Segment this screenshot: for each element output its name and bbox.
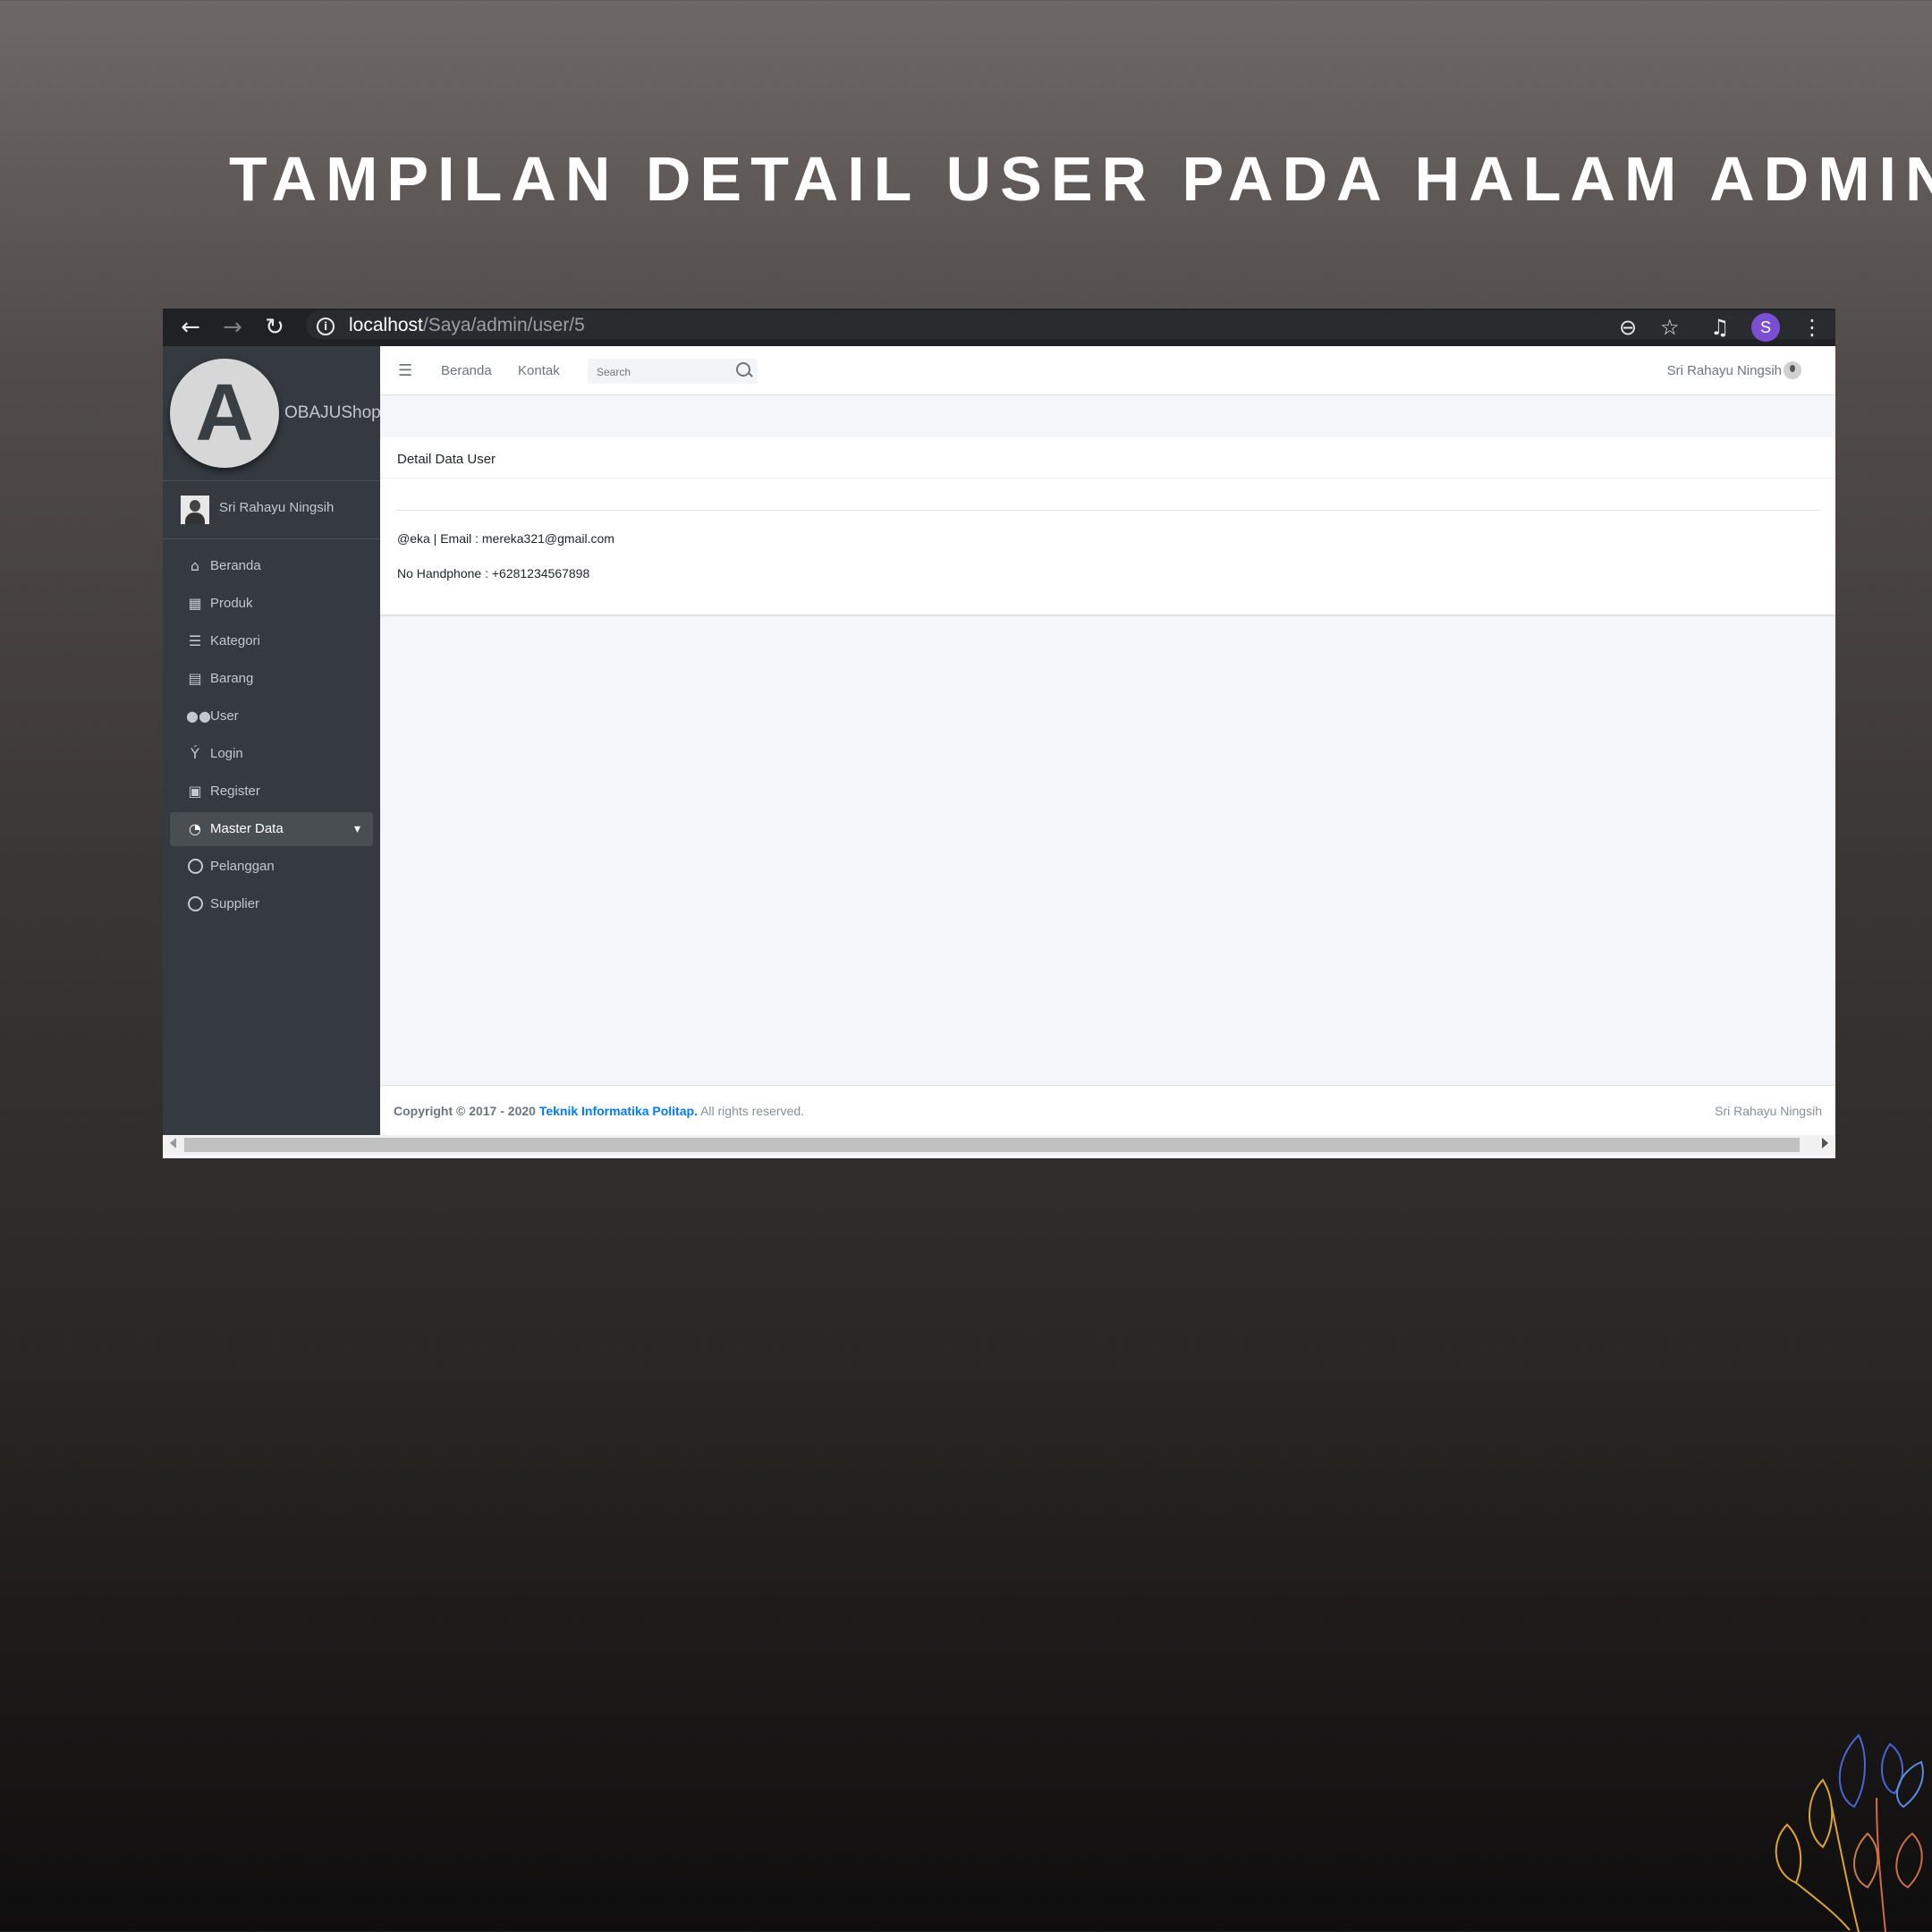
dashboard-icon: ◔ (189, 820, 201, 837)
nav-link-kontak[interactable]: Kontak (518, 363, 560, 378)
search-input[interactable] (595, 362, 733, 382)
sidebar-item-label: Kategori (210, 633, 260, 648)
sidebar-divider (163, 538, 380, 539)
navbar-avatar[interactable] (1784, 361, 1801, 379)
copyright-prefix: Copyright © 2017 - 2020 (394, 1104, 539, 1118)
media-queue-icon[interactable]: ♫ (1710, 314, 1730, 341)
person-icon: Ý (191, 745, 199, 762)
forward-arrow-icon[interactable]: → (219, 314, 246, 341)
sidebar-item-login[interactable]: Ý Login (170, 737, 373, 771)
top-navbar: ☰ Beranda Kontak Sri Rahayu Ningsih (380, 346, 1835, 395)
sidebar-item-beranda[interactable]: ⌂ Beranda (170, 549, 373, 583)
info-icon[interactable]: i (317, 318, 335, 335)
zoom-out-icon[interactable]: ⊖ (1619, 314, 1637, 341)
profile-avatar[interactable]: S (1751, 313, 1780, 342)
reload-icon[interactable]: ↻ (261, 314, 288, 341)
sidebar-item-kategori[interactable]: ☰ Kategori (170, 624, 373, 658)
sidebar-item-label: Produk (210, 596, 253, 611)
rights-text: All rights reserved. (697, 1104, 805, 1118)
scrollbar-thumb[interactable] (184, 1138, 1800, 1152)
scroll-left-icon[interactable] (170, 1138, 176, 1148)
sidebar-item-user[interactable]: ●● User (170, 699, 373, 733)
sidebar-item-register[interactable]: ▣ Register (170, 775, 373, 809)
horizontal-scrollbar[interactable] (163, 1135, 1835, 1155)
sidebar-item-barang[interactable]: ▤ Barang (170, 662, 373, 696)
grid-icon: ▦ (188, 595, 202, 612)
sidebar-item-label: Login (210, 746, 243, 761)
detail-card: Detail Data User @eka | Email : mereka32… (380, 437, 1835, 616)
users-icon: ●● (186, 708, 211, 724)
org-link[interactable]: Teknik Informatika Politap. (539, 1104, 698, 1118)
circle-icon (186, 896, 204, 912)
sidebar-item-pelanggan[interactable]: Pelanggan (170, 850, 373, 884)
sidebar-item-label: Master Data (210, 821, 284, 836)
sidebar-user-name[interactable]: Sri Rahayu Ningsih (219, 500, 334, 515)
more-menu-icon[interactable]: ⋮ (1801, 314, 1823, 341)
circle-icon (186, 859, 204, 875)
card-divider (380, 478, 1835, 479)
sidebar-item-supplier[interactable]: Supplier (170, 887, 373, 921)
sidebar-item-label: Pelanggan (210, 859, 275, 874)
nav-link-beranda[interactable]: Beranda (441, 363, 492, 378)
back-arrow-icon[interactable]: ← (177, 314, 204, 341)
sidebar-divider (163, 480, 380, 481)
logo-letter-icon: A (195, 369, 254, 458)
contact-card-icon: ▣ (188, 783, 202, 800)
home-icon: ⌂ (190, 557, 200, 574)
footer-author: Sri Rahayu Ningsih (1715, 1104, 1822, 1118)
user-email-line: @eka | Email : mereka321@gmail.com (397, 531, 614, 546)
archive-icon: ▤ (188, 670, 202, 687)
leaf-decoration-icon (1775, 1733, 1924, 1932)
hamburger-menu-icon[interactable]: ☰ (398, 361, 412, 380)
search-icon[interactable] (736, 362, 750, 377)
url-text[interactable]: localhost/Saya/admin/user/5 (349, 312, 585, 339)
sidebar-item-label: Barang (210, 671, 254, 686)
brand-logo[interactable]: A (170, 359, 279, 468)
sidebar-item-label: Register (210, 784, 260, 799)
page-headline: TAMPILAN DETAIL USER PADA HALAM ADMIN (229, 144, 1932, 214)
page-footer: Copyright © 2017 - 2020 Teknik Informati… (380, 1085, 1835, 1136)
sidebar-item-master-data[interactable]: ◔ Master Data ▾ (170, 812, 373, 846)
card-title: Detail Data User (397, 452, 496, 467)
scroll-right-icon[interactable] (1822, 1138, 1828, 1148)
sidebar-item-produk[interactable]: ▦ Produk (170, 587, 373, 621)
list-icon: ☰ (188, 632, 202, 649)
browser-toolbar: ← → ↻ i localhost/Saya/admin/user/5 ⊖ ☆ … (163, 309, 1835, 346)
sidebar-item-label: Supplier (210, 896, 260, 911)
brand-name[interactable]: OBAJUShop (284, 403, 381, 423)
url-host: localhost (349, 315, 423, 335)
user-avatar[interactable] (181, 496, 209, 524)
navbar-user-name[interactable]: Sri Rahayu Ningsih (1667, 363, 1782, 378)
star-icon[interactable]: ☆ (1660, 314, 1680, 341)
user-phone-line: No Handphone : +6281234567898 (397, 566, 590, 580)
chevron-down-icon: ▾ (353, 822, 360, 836)
copyright-text: Copyright © 2017 - 2020 Teknik Informati… (394, 1104, 804, 1118)
sidebar-item-label: User (210, 708, 239, 724)
sidebar: A OBAJUShop Sri Rahayu Ningsih ⌂ Beranda… (163, 346, 381, 1135)
sidebar-item-label: Beranda (210, 558, 261, 573)
browser-screenshot: ← → ↻ i localhost/Saya/admin/user/5 ⊖ ☆ … (163, 309, 1835, 1158)
search-box (588, 359, 758, 384)
url-path: /Saya/admin/user/5 (422, 315, 585, 335)
card-divider (397, 510, 1819, 511)
